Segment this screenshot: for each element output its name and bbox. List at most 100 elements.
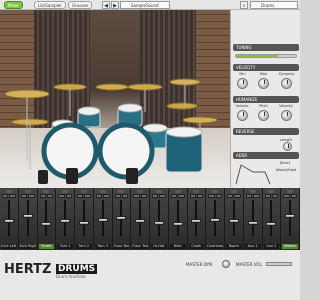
mute-button[interactable] xyxy=(114,194,121,198)
velocity-min-knob[interactable] xyxy=(237,78,248,89)
solo-button[interactable] xyxy=(234,194,241,198)
solo-button[interactable] xyxy=(178,194,185,198)
pan-knob[interactable] xyxy=(118,190,125,193)
china-cymbal[interactable] xyxy=(95,83,129,91)
pan-knob[interactable] xyxy=(212,190,219,193)
solo-button[interactable] xyxy=(159,194,166,198)
tuning-slider[interactable] xyxy=(235,54,297,58)
pan-knob[interactable] xyxy=(174,190,181,193)
solo-button[interactable] xyxy=(290,194,297,198)
mute-button[interactable] xyxy=(227,194,234,198)
solo-button[interactable] xyxy=(9,194,16,198)
mute-button[interactable] xyxy=(189,194,196,198)
volume-fader[interactable] xyxy=(97,217,108,222)
grooves-tab-button[interactable]: Grooves xyxy=(68,1,93,9)
solo-button[interactable] xyxy=(121,194,129,198)
mixer-channel-strip: Overhead xyxy=(206,188,225,250)
volume-fader[interactable] xyxy=(153,220,164,225)
solo-button[interactable] xyxy=(253,194,260,198)
floor-tom-2[interactable] xyxy=(165,131,203,173)
pan-knob[interactable] xyxy=(43,190,50,193)
volume-fader[interactable] xyxy=(3,219,14,224)
volume-fader[interactable] xyxy=(41,222,52,227)
solo-button[interactable] xyxy=(140,194,147,198)
solo-button[interactable] xyxy=(196,194,204,198)
velocity-dynamic-knob[interactable] xyxy=(281,78,292,89)
master-vol-slider[interactable] xyxy=(266,262,292,266)
solo-button[interactable] xyxy=(65,194,72,198)
library-tab-button[interactable]: Lib/Sampler xyxy=(34,1,66,9)
volume-fader[interactable] xyxy=(210,217,221,222)
velocity-dynamic-label: Dynamic xyxy=(279,72,295,76)
solo-button[interactable] xyxy=(103,194,110,198)
pan-knob[interactable] xyxy=(80,190,87,193)
volume-fader[interactable] xyxy=(135,219,146,224)
master-dyn-knob[interactable] xyxy=(222,260,230,268)
solo-button[interactable] xyxy=(84,194,91,198)
kick-pedal-right[interactable] xyxy=(126,168,138,184)
pan-knob[interactable] xyxy=(155,190,162,193)
volume-fader[interactable] xyxy=(22,214,33,219)
mute-button[interactable] xyxy=(152,194,159,198)
pan-knob[interactable] xyxy=(268,190,275,193)
prev-preset-icon[interactable]: ◀ xyxy=(102,1,110,9)
volume-fader[interactable] xyxy=(60,219,71,224)
mute-button[interactable] xyxy=(283,194,290,198)
floor-tom-1-head xyxy=(142,123,168,133)
mute-button[interactable] xyxy=(264,194,271,198)
volume-fader[interactable] xyxy=(191,219,202,224)
humanize-velocity-knob[interactable] xyxy=(281,110,292,121)
solo-button[interactable] xyxy=(46,194,54,198)
volume-fader[interactable] xyxy=(228,219,239,224)
volume-fader[interactable] xyxy=(285,214,296,219)
hihat-pedal[interactable] xyxy=(38,170,48,184)
mute-button[interactable] xyxy=(95,194,103,198)
volume-fader[interactable] xyxy=(266,222,277,227)
reverse-length-knob[interactable] xyxy=(283,142,292,151)
pan-knob[interactable] xyxy=(24,190,31,193)
mute-button[interactable] xyxy=(2,194,9,198)
pan-knob[interactable] xyxy=(249,190,256,193)
mute-button[interactable] xyxy=(245,194,253,198)
humanize-pitch-knob[interactable] xyxy=(258,110,269,121)
search-icon[interactable]: ⌕ xyxy=(240,1,248,9)
volume-fader[interactable] xyxy=(247,220,258,225)
mute-button[interactable] xyxy=(208,194,215,198)
channel-label: Aux 1 xyxy=(244,244,261,249)
pan-knob[interactable] xyxy=(137,190,144,193)
mute-button[interactable] xyxy=(170,194,178,198)
mute-solo-buttons xyxy=(95,194,110,198)
adsr-envelope-graph[interactable] xyxy=(235,162,271,186)
volume-fader[interactable] xyxy=(78,220,89,225)
kick-pedal-left[interactable] xyxy=(66,168,78,184)
pan-knob[interactable] xyxy=(193,190,200,193)
mute-button[interactable] xyxy=(58,194,65,198)
pan-knob[interactable] xyxy=(230,190,237,193)
pan-knob[interactable] xyxy=(5,190,12,193)
mute-button[interactable] xyxy=(77,194,84,198)
humanize-volume-knob[interactable] xyxy=(237,110,248,121)
mute-solo-buttons xyxy=(114,194,129,198)
mute-button[interactable] xyxy=(39,194,46,198)
kick-right-drum[interactable] xyxy=(97,122,155,180)
fader-track xyxy=(64,200,67,236)
volume-fader[interactable] xyxy=(172,222,183,227)
brand-logo-badge: DRUMS xyxy=(56,264,98,274)
pan-knob[interactable] xyxy=(99,190,106,193)
preset-selector[interactable]: SampleSound xyxy=(120,1,170,9)
mute-button[interactable] xyxy=(133,194,140,198)
pan-knob[interactable] xyxy=(62,190,69,193)
volume-fader[interactable] xyxy=(116,216,127,220)
solo-button[interactable] xyxy=(271,194,279,198)
mute-button[interactable] xyxy=(20,194,28,198)
mixer-channel-strip: Floor Tom 1 xyxy=(112,188,132,250)
velocity-max-knob[interactable] xyxy=(258,78,269,89)
solo-button[interactable] xyxy=(215,194,222,198)
next-preset-icon[interactable]: ▶ xyxy=(111,1,119,9)
crash-right-cymbal[interactable] xyxy=(166,102,198,110)
preset-search-input[interactable]: Drums xyxy=(250,1,298,9)
mixer-tab-button[interactable]: Mixer xyxy=(4,1,23,9)
adsr-mode-label[interactable]: Direct xyxy=(273,161,297,165)
solo-button[interactable] xyxy=(28,194,35,198)
pan-knob[interactable] xyxy=(287,190,294,193)
